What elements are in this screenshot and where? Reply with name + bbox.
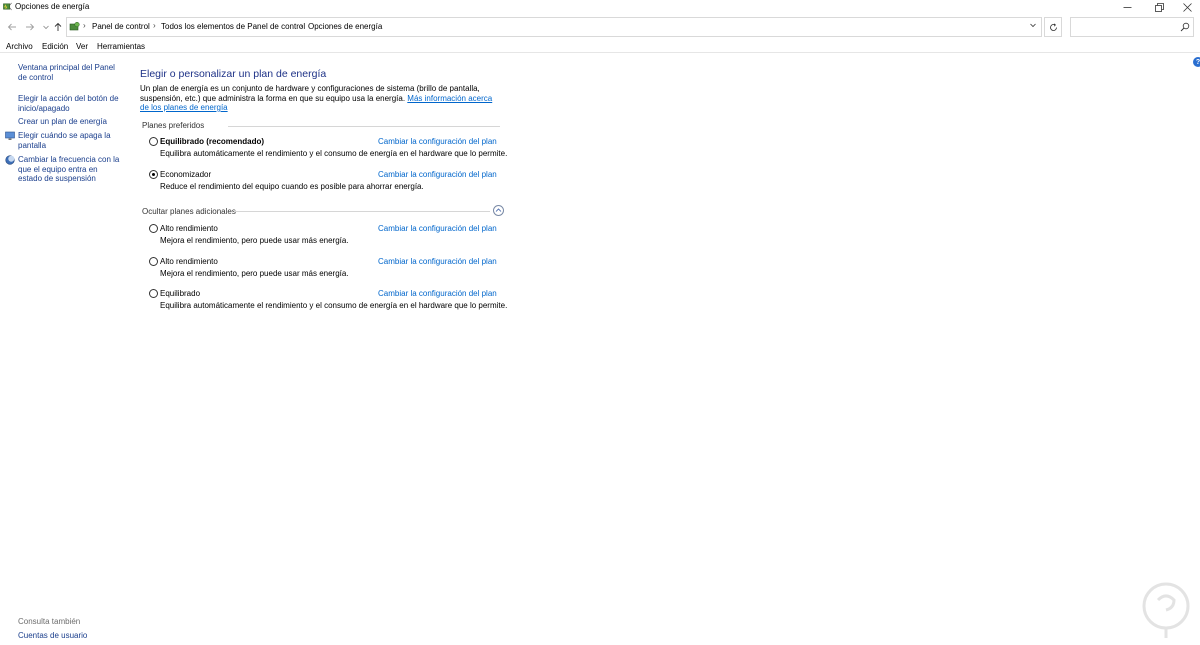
hide-additional-plans-label[interactable]: Ocultar planes adicionales — [142, 207, 236, 216]
power-options-icon — [3, 2, 12, 11]
restore-icon — [1154, 2, 1164, 12]
change-plan-settings-link[interactable]: Cambiar la configuración del plan — [378, 170, 497, 179]
plan-option[interactable]: Equilibrado Cambiar la configuración del… — [148, 287, 507, 311]
sidebar-link-power-button-action[interactable]: Elegir la acción del botón de inicio/apa… — [18, 94, 122, 113]
change-plan-settings-link[interactable]: Cambiar la configuración del plan — [378, 224, 497, 233]
chevron-right-icon: › — [153, 21, 156, 30]
arrow-up-icon — [54, 22, 62, 31]
preferred-plans-label: Planes preferidos — [142, 121, 205, 130]
chevron-up-icon — [495, 208, 502, 212]
section-divider — [234, 211, 490, 212]
plan-name[interactable]: Equilibrado (recomendado) — [160, 137, 264, 146]
menu-archivo[interactable]: Archivo — [6, 42, 33, 51]
sidebar-link-sleep[interactable]: Cambiar la frecuencia con la que el equi… — [18, 155, 122, 184]
plan-name[interactable]: Equilibrado — [160, 289, 200, 298]
collapse-button[interactable] — [493, 205, 504, 216]
search-icon — [1180, 22, 1190, 32]
refresh-icon — [1049, 22, 1057, 31]
plan-radio[interactable] — [149, 289, 158, 298]
see-also-heading: Consulta también — [18, 617, 81, 626]
plan-name[interactable]: Economizador — [160, 170, 211, 179]
menu-bar: Archivo Edición Ver Herramientas — [0, 41, 1200, 53]
window-title: Opciones de energía — [15, 2, 90, 11]
plan-radio[interactable] — [149, 137, 158, 146]
sidebar-link-control-panel-home[interactable]: Ventana principal del Panel de control — [18, 63, 122, 82]
left-task-pane: Ventana principal del Panel de control E… — [0, 54, 130, 645]
breadcrumb-control-panel[interactable]: Panel de control — [92, 22, 150, 31]
main-content: Elegir o personalizar un plan de energía… — [140, 54, 1190, 645]
plan-option[interactable]: Alto rendimiento Cambiar la configuració… — [148, 222, 500, 246]
recent-locations-button[interactable] — [40, 20, 52, 34]
plan-option[interactable]: Equilibrado (recomendado) Cambiar la con… — [148, 135, 507, 159]
watermark-logo — [1142, 582, 1190, 638]
chevron-down-icon — [1030, 23, 1036, 28]
plan-description: Equilibra automáticamente el rendimiento… — [160, 301, 508, 310]
display-icon — [5, 131, 15, 140]
plan-radio[interactable] — [149, 257, 158, 266]
question-icon: ? — [1195, 58, 1200, 66]
breadcrumb-power-options[interactable]: Opciones de energía — [308, 22, 382, 31]
address-row: › Panel de control › Todos los elementos… — [0, 17, 1200, 37]
section-divider — [228, 126, 500, 127]
close-icon — [1182, 2, 1192, 12]
minimize-icon — [1123, 6, 1131, 8]
menu-ver[interactable]: Ver — [76, 42, 88, 51]
menu-herramientas[interactable]: Herramientas — [97, 42, 145, 51]
restore-button[interactable] — [1144, 0, 1174, 14]
refresh-button[interactable] — [1044, 17, 1062, 37]
chevron-right-icon: › — [300, 21, 303, 30]
change-plan-settings-link[interactable]: Cambiar la configuración del plan — [378, 137, 497, 146]
chevron-right-icon: › — [83, 21, 86, 30]
title-bar: Opciones de energía — [0, 0, 1200, 14]
plan-description: Equilibra automáticamente el rendimiento… — [160, 149, 508, 158]
plan-radio-selected[interactable] — [149, 170, 158, 179]
change-plan-settings-link[interactable]: Cambiar la configuración del plan — [378, 257, 497, 266]
change-plan-settings-link[interactable]: Cambiar la configuración del plan — [378, 289, 497, 298]
sidebar-link-create-plan[interactable]: Crear un plan de energía — [18, 117, 122, 127]
minimize-button[interactable] — [1112, 0, 1142, 14]
plan-option[interactable]: Economizador Cambiar la configuración de… — [148, 168, 500, 192]
back-button[interactable] — [6, 20, 18, 34]
up-button[interactable] — [52, 20, 64, 34]
help-button[interactable]: ? — [1193, 57, 1200, 67]
arrow-right-icon — [26, 23, 35, 31]
plan-name[interactable]: Alto rendimiento — [160, 224, 218, 233]
menu-edicion[interactable]: Edición — [42, 42, 68, 51]
plan-description: Mejora el rendimiento, pero puede usar m… — [160, 269, 349, 278]
plan-description: Mejora el rendimiento, pero puede usar m… — [160, 236, 349, 245]
moon-icon — [5, 155, 15, 165]
page-title: Elegir o personalizar un plan de energía — [140, 68, 327, 80]
control-panel-icon — [69, 21, 80, 31]
plan-option[interactable]: Alto rendimiento Cambiar la configuració… — [148, 255, 500, 279]
search-box[interactable] — [1070, 17, 1194, 37]
address-bar[interactable]: › Panel de control › Todos los elementos… — [66, 17, 1042, 37]
plan-description: Reduce el rendimiento del equipo cuando … — [160, 182, 424, 191]
address-dropdown-button[interactable] — [1027, 21, 1039, 33]
chevron-down-icon — [43, 25, 49, 30]
plan-name[interactable]: Alto rendimiento — [160, 257, 218, 266]
arrow-left-icon — [7, 23, 16, 31]
user-accounts-link[interactable]: Cuentas de usuario — [18, 631, 87, 640]
close-button[interactable] — [1172, 0, 1200, 14]
page-description: Un plan de energía es un conjunto de har… — [140, 84, 500, 113]
search-input[interactable] — [1073, 20, 1177, 34]
forward-button[interactable] — [24, 20, 36, 34]
sidebar-link-display-off[interactable]: Elegir cuándo se apaga la pantalla — [18, 131, 122, 150]
breadcrumb-all-items[interactable]: Todos los elementos de Panel de control — [161, 22, 305, 31]
plan-radio[interactable] — [149, 224, 158, 233]
